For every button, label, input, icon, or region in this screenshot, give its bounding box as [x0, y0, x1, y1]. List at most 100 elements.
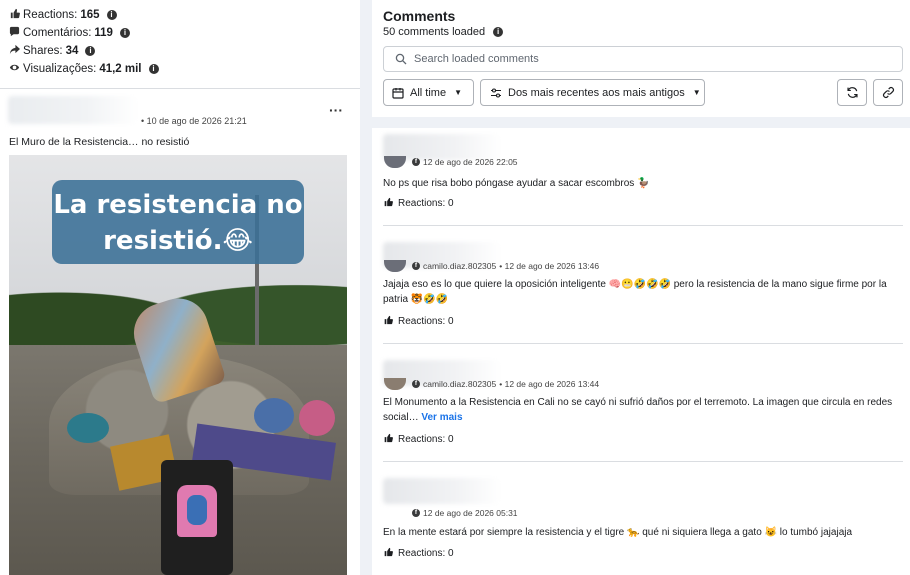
post-date[interactable]: • 10 de ago de 2026 21:21 — [141, 116, 247, 126]
sort-order-dropdown[interactable]: Dos mais recentes aos mais antigos ▼ — [480, 79, 705, 106]
stat-shares-label: Shares: — [23, 45, 63, 57]
comment-item: f 12 de ago de 2026 22:05 No ps que risa… — [372, 134, 910, 238]
search-icon — [395, 53, 407, 65]
comment-text-content: No ps que risa bobo póngase ayudar a sac… — [383, 178, 650, 189]
post-stats: Reactions: 165 i Comentários: 119 i Shar… — [8, 6, 159, 78]
facebook-icon: f — [412, 509, 420, 517]
comment-date[interactable]: • 12 de ago de 2026 13:46 — [499, 261, 599, 271]
facebook-icon: f — [412, 158, 420, 166]
share-arrow-icon — [8, 44, 20, 58]
comments-loaded-row: 50 comments loaded i — [383, 26, 504, 38]
comment-reactions: Reactions: 0 — [383, 315, 454, 327]
comment-divider — [383, 461, 903, 462]
time-filter-label: All time — [410, 86, 447, 99]
stat-comments: Comentários: 119 i — [8, 24, 159, 42]
image-caption: La resistencia no resistió.😂 — [52, 180, 304, 264]
reactions-icon — [383, 547, 393, 559]
comment-reactions: Reactions: 0 — [383, 547, 454, 559]
comments-panel: Comments 50 comments loaded i All time ▼… — [372, 0, 910, 575]
image-disc — [299, 400, 335, 436]
sort-order-label: Dos mais recentes aos mais antigos — [508, 86, 685, 99]
info-icon[interactable]: i — [148, 64, 159, 74]
comment-divider — [383, 225, 903, 226]
comment-meta: f 12 de ago de 2026 22:05 — [412, 157, 518, 167]
chevron-down-icon: ▼ — [692, 88, 701, 97]
post-text: El Muro de la Resistencia… no resistió — [9, 136, 190, 148]
avatar[interactable] — [384, 378, 406, 390]
eye-icon — [8, 62, 20, 76]
refresh-icon — [846, 87, 858, 98]
link-icon — [882, 87, 894, 98]
comment-reactions: Reactions: 0 — [383, 197, 454, 209]
comment-reactions-count: Reactions: 0 — [398, 197, 454, 209]
stat-shares: Shares: 34 i — [8, 42, 159, 60]
search-box[interactable] — [383, 46, 903, 72]
chevron-down-icon: ▼ — [454, 88, 462, 97]
comment-meta: f 12 de ago de 2026 05:31 — [412, 508, 518, 518]
comment-item: f camilo.diaz.802305 • 12 de ago de 2026… — [372, 360, 910, 470]
post-header: • 10 de ago de 2026 21:21 ··· — [8, 96, 353, 128]
comment-item: f camilo.diaz.802305 • 12 de ago de 2026… — [372, 242, 910, 352]
comments-loaded-count: 50 comments loaded — [383, 26, 486, 38]
comments-header: Comments 50 comments loaded i All time ▼… — [372, 0, 910, 117]
blurred-author — [8, 96, 138, 124]
facebook-icon: f — [412, 380, 420, 388]
panel-gutter — [360, 0, 372, 575]
comment-divider — [383, 343, 903, 344]
post-panel: Reactions: 165 i Comentários: 119 i Shar… — [0, 0, 360, 575]
comment-reactions-count: Reactions: 0 — [398, 433, 454, 445]
reactions-icon — [8, 8, 20, 22]
stat-reactions-label: Reactions: — [23, 9, 78, 21]
sliders-icon — [491, 87, 501, 98]
stat-comments-value: 119 — [94, 27, 113, 39]
info-icon[interactable]: i — [85, 46, 96, 56]
image-disc — [67, 413, 109, 443]
comment-text: En la mente estará por siempre la resist… — [383, 525, 898, 540]
comment-meta: f camilo.diaz.802305 • 12 de ago de 2026… — [412, 261, 599, 271]
section-gap — [372, 117, 910, 128]
comment-meta: f camilo.diaz.802305 • 12 de ago de 2026… — [412, 379, 599, 389]
divider — [0, 88, 360, 89]
comment-text-content: Jajaja eso es lo que quiere la oposición… — [383, 279, 887, 305]
avatar[interactable] — [384, 260, 406, 272]
facebook-icon: f — [412, 262, 420, 270]
image-figure — [187, 495, 207, 525]
info-icon[interactable]: i — [493, 27, 504, 37]
comment-text: Jajaja eso es lo que quiere la oposición… — [383, 277, 898, 307]
comment-reactions-count: Reactions: 0 — [398, 315, 454, 327]
comment-username[interactable]: camilo.diaz.802305 — [423, 379, 496, 389]
stat-reactions-value: 165 — [80, 9, 100, 21]
stat-views: Visualizações: 41,2 mil i — [8, 60, 159, 78]
comment-text: No ps que risa bobo póngase ayudar a sac… — [383, 176, 898, 191]
stat-reactions: Reactions: 165 i — [8, 6, 159, 24]
search-input[interactable] — [414, 53, 894, 65]
copy-link-button[interactable] — [873, 79, 903, 106]
comments-title: Comments — [383, 8, 456, 24]
see-more-link[interactable]: Ver mais — [421, 412, 462, 423]
time-filter-dropdown[interactable]: All time ▼ — [383, 79, 474, 106]
blurred-commenter — [383, 478, 501, 504]
comment-date[interactable]: • 12 de ago de 2026 13:44 — [499, 379, 599, 389]
comment-text-content: En la mente estará por siempre la resist… — [383, 527, 853, 538]
avatar[interactable] — [384, 156, 406, 168]
comment-item: f 12 de ago de 2026 05:31 En la mente es… — [372, 478, 910, 575]
image-disc — [254, 398, 294, 433]
calendar-icon — [392, 87, 404, 99]
comment-bubble-icon — [8, 26, 20, 40]
comment-text: El Monumento a la Resistencia en Cali no… — [383, 395, 898, 425]
comments-list: f 12 de ago de 2026 22:05 No ps que risa… — [372, 128, 910, 575]
stat-shares-value: 34 — [65, 45, 79, 57]
comment-date[interactable]: 12 de ago de 2026 05:31 — [423, 508, 518, 518]
info-icon[interactable]: i — [106, 10, 117, 20]
comment-date[interactable]: 12 de ago de 2026 22:05 — [423, 157, 518, 167]
comment-username[interactable]: camilo.diaz.802305 — [423, 261, 496, 271]
stat-views-label: Visualizações: — [23, 63, 97, 75]
info-icon[interactable]: i — [119, 28, 130, 38]
comment-reactions-count: Reactions: 0 — [398, 547, 454, 559]
post-image[interactable]: La resistencia no resistió.😂 — [9, 155, 347, 575]
reactions-icon — [383, 433, 393, 445]
stat-comments-label: Comentários: — [23, 27, 92, 39]
reactions-icon — [383, 315, 393, 327]
more-options-icon[interactable]: ··· — [329, 102, 343, 118]
refresh-button[interactable] — [837, 79, 867, 106]
